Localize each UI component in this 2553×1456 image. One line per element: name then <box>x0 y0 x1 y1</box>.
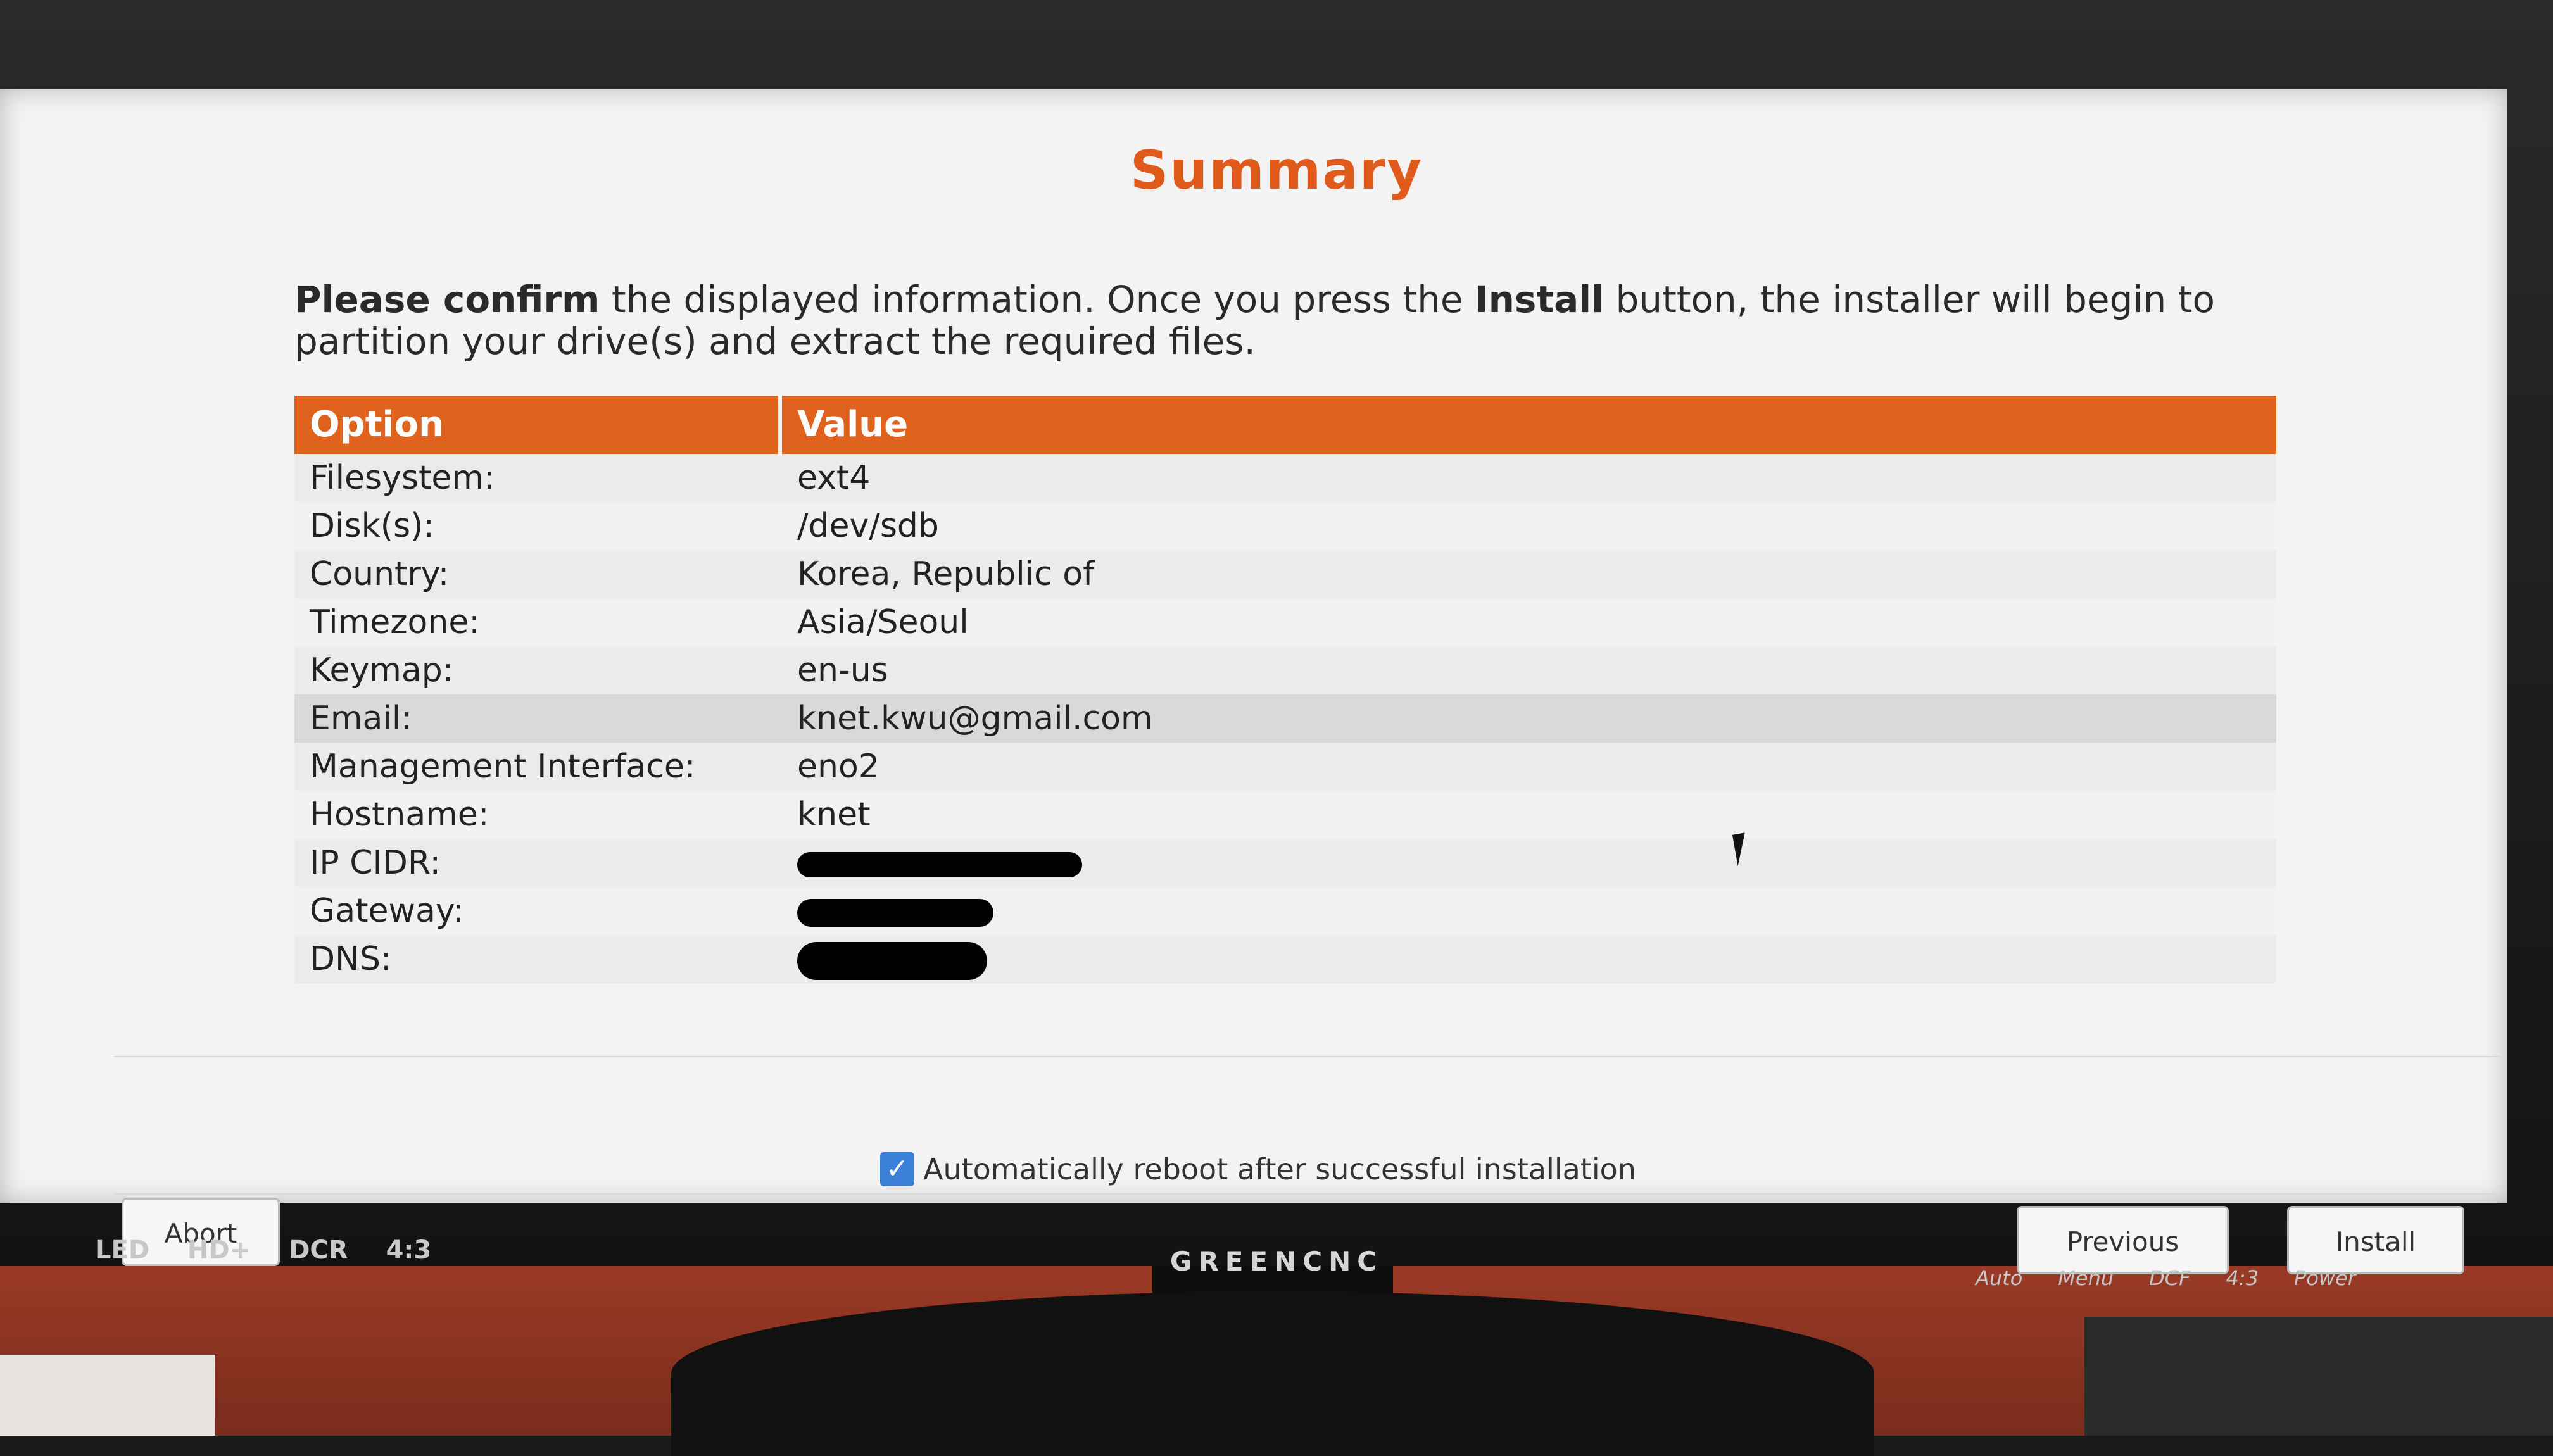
dcf-control[interactable]: DCF <box>2149 1266 2190 1290</box>
table-body: Filesystem: ext4 Disk(s): /dev/sdb Country… <box>294 454 2276 983</box>
table-row[interactable]: Hostname: knet <box>294 791 2276 839</box>
divider <box>114 1193 2501 1195</box>
value-cell <box>782 839 1082 887</box>
monitor-controls: Auto Menu DCF 4:3 Power <box>1976 1266 2356 1290</box>
paper-sheet <box>0 1355 215 1436</box>
reboot-checkbox[interactable]: ✓ <box>880 1152 914 1186</box>
option-cell: DNS: <box>310 940 392 978</box>
redaction-mark <box>797 852 1082 877</box>
monitor-stand <box>671 1291 1874 1456</box>
table-header: Option Value <box>294 396 2276 454</box>
option-cell: Keymap: <box>310 651 454 689</box>
table-row[interactable]: Keymap: en-us <box>294 646 2276 694</box>
auto-reboot-option[interactable]: ✓ Automatically reboot after successful … <box>880 1152 1636 1186</box>
value-cell: /dev/sdb <box>797 507 939 545</box>
table-row[interactable]: Timezone: Asia/Seoul <box>294 598 2276 646</box>
option-cell: Hostname: <box>310 796 489 834</box>
table-row[interactable]: Gateway: <box>294 887 2276 935</box>
value-cell: en-us <box>797 651 888 689</box>
intro-middle: the displayed information. Once you pres… <box>600 278 1475 321</box>
value-cell: Asia/Seoul <box>797 603 969 641</box>
value-cell: knet.kwu@gmail.com <box>797 700 1153 737</box>
mouse-pointer-icon <box>1732 830 1763 867</box>
value-cell <box>782 887 993 935</box>
intro-text: Please confirm the displayed information… <box>294 279 2257 362</box>
value-cell: knet <box>797 796 871 834</box>
option-cell: Country: <box>310 555 450 593</box>
option-cell: Disk(s): <box>310 507 434 545</box>
option-cell: Gateway: <box>310 892 464 930</box>
intro-bold-confirm: Please confirm <box>294 278 600 321</box>
option-cell: Timezone: <box>310 603 480 641</box>
reboot-label: Automatically reboot after successful in… <box>923 1152 1636 1186</box>
value-cell: Korea, Republic of <box>797 555 1095 593</box>
installer-screen: Summary Please confirm the displayed inf… <box>0 89 2507 1274</box>
option-cell: Filesystem: <box>310 459 495 497</box>
value-cell <box>782 935 987 983</box>
value-cell: eno2 <box>797 748 879 786</box>
menu-control[interactable]: Menu <box>2058 1266 2114 1290</box>
option-cell: IP CIDR: <box>310 844 441 882</box>
header-value: Value <box>797 404 909 445</box>
table-row[interactable]: Country: Korea, Republic of <box>294 550 2276 598</box>
table-row[interactable]: IP CIDR: <box>294 839 2276 887</box>
value-cell: ext4 <box>797 459 871 497</box>
intro-bold-install: Install <box>1475 278 1604 321</box>
page-title: Summary <box>1130 139 1423 201</box>
summary-table: Option Value Filesystem: ext4 Disk(s): /de… <box>294 396 2276 983</box>
side-device <box>2084 1317 2553 1436</box>
table-row-selected[interactable]: Email: knet.kwu@gmail.com <box>294 694 2276 743</box>
table-row[interactable]: Disk(s): /dev/sdb <box>294 502 2276 550</box>
table-row[interactable]: Filesystem: ext4 <box>294 454 2276 502</box>
header-option: Option <box>294 396 782 454</box>
divider <box>114 1056 2501 1057</box>
ratio-control[interactable]: 4:3 <box>2226 1266 2259 1290</box>
auto-control[interactable]: Auto <box>1976 1266 2022 1290</box>
option-cell: Management Interface: <box>310 748 696 786</box>
option-cell: Email: <box>310 700 412 737</box>
power-control[interactable]: Power <box>2294 1266 2356 1290</box>
redaction-mark <box>797 942 987 980</box>
table-row[interactable]: Management Interface: eno2 <box>294 743 2276 791</box>
table-row[interactable]: DNS: <box>294 935 2276 983</box>
redaction-mark <box>797 899 993 927</box>
